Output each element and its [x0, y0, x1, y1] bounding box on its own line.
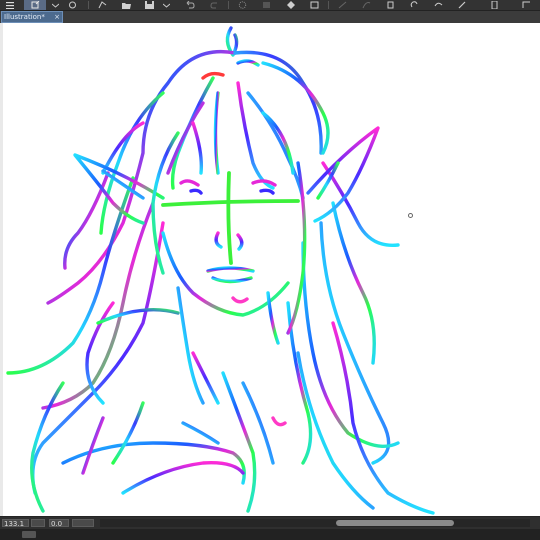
- crop-icon[interactable]: [308, 0, 320, 10]
- transform-icon[interactable]: [236, 0, 248, 10]
- tab-title: Illustration*: [4, 13, 45, 21]
- select-icon[interactable]: [260, 0, 272, 10]
- chevron-down-icon[interactable]: [161, 0, 171, 10]
- redo-icon[interactable]: [208, 0, 220, 10]
- open-folder-icon[interactable]: [120, 0, 132, 10]
- ruler-icon[interactable]: [336, 0, 348, 10]
- status-bar: 133.1 0.0: [0, 516, 540, 529]
- zoom-field[interactable]: 133.1: [2, 519, 29, 528]
- rotation-slider[interactable]: [72, 519, 94, 527]
- drawing-canvas[interactable]: [3, 23, 540, 516]
- scrollbar-thumb[interactable]: [336, 520, 454, 526]
- eraser-icon[interactable]: [384, 0, 396, 10]
- tab-illustration[interactable]: Illustration* ×: [1, 11, 63, 23]
- save-icon[interactable]: [143, 0, 155, 10]
- bottom-panel: [0, 529, 540, 540]
- document-tab-bar: Illustration* ×: [0, 11, 540, 23]
- horizontal-scrollbar[interactable]: [100, 519, 530, 527]
- menu-icon[interactable]: [4, 0, 16, 10]
- canvas-area[interactable]: [0, 23, 540, 516]
- fill-icon[interactable]: [284, 0, 296, 10]
- undo-icon[interactable]: [184, 0, 196, 10]
- close-icon[interactable]: ×: [54, 12, 60, 22]
- tablet-icon[interactable]: [520, 0, 532, 10]
- zoom-stepper[interactable]: [31, 519, 45, 527]
- new-canvas-button[interactable]: [24, 0, 46, 10]
- panel-icon[interactable]: [22, 531, 36, 538]
- pen-icon[interactable]: [456, 0, 468, 10]
- top-toolbar: [0, 0, 540, 11]
- sketch-artwork: [6, 26, 435, 515]
- snap-icon[interactable]: [96, 0, 108, 10]
- chevron-down-icon[interactable]: [50, 0, 60, 10]
- correct-line-icon[interactable]: [360, 0, 372, 10]
- clip-icon[interactable]: [408, 0, 420, 10]
- rotation-field[interactable]: 0.0: [49, 519, 69, 528]
- layer-icon[interactable]: [66, 0, 78, 10]
- brush-cursor: [408, 213, 413, 218]
- redo-stroke-icon[interactable]: [432, 0, 444, 10]
- device-icon[interactable]: [488, 0, 500, 10]
